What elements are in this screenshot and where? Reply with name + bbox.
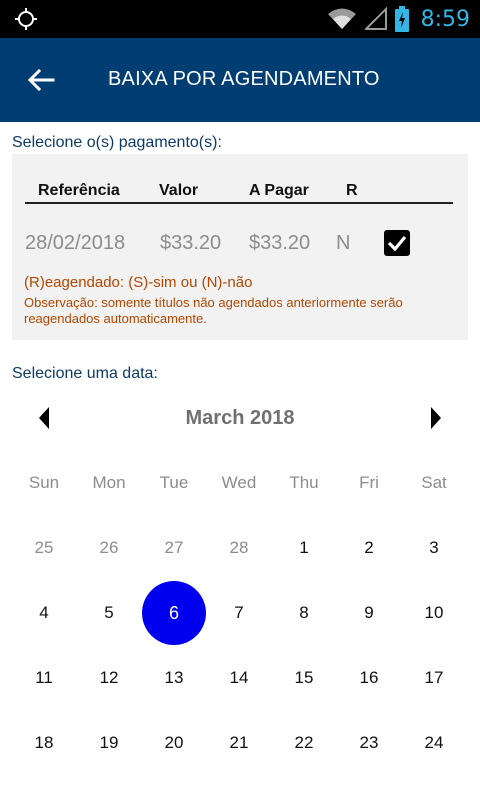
select-payment-checkbox[interactable] bbox=[384, 230, 410, 256]
calendar-day[interactable]: 23 bbox=[337, 711, 401, 775]
observation-text: Observação: somente títulos não agendado… bbox=[24, 295, 403, 326]
arrow-back-icon bbox=[27, 69, 55, 91]
column-header-a-pagar: A Pagar bbox=[249, 182, 309, 199]
reschedule-legend: (R)eagendado: (S)-sim ou (N)-não bbox=[24, 274, 253, 291]
calendar-day[interactable]: 24 bbox=[402, 711, 466, 775]
battery-icon bbox=[394, 6, 409, 32]
calendar-day[interactable]: 11 bbox=[12, 646, 76, 710]
calendar-day[interactable]: 25 bbox=[12, 516, 76, 580]
header-divider bbox=[25, 202, 453, 204]
calendar-day[interactable]: 8 bbox=[272, 581, 336, 645]
calendar-day[interactable]: 26 bbox=[77, 516, 141, 580]
calendar-day[interactable]: 28 bbox=[207, 516, 271, 580]
cell-a-pagar: $33.20 bbox=[249, 232, 311, 254]
calendar-day[interactable]: 9 bbox=[337, 581, 401, 645]
calendar-day[interactable]: 17 bbox=[402, 646, 466, 710]
calendar-day[interactable]: 20 bbox=[142, 711, 206, 775]
weekday-sat: Sat bbox=[421, 473, 447, 492]
month-title: March 2018 bbox=[185, 407, 295, 429]
cell-valor: $33.20 bbox=[160, 232, 222, 254]
gps-icon bbox=[15, 8, 37, 30]
weekday-sun: Sun bbox=[28, 473, 60, 492]
calendar-day[interactable]: 12 bbox=[77, 646, 141, 710]
signal-icon bbox=[364, 7, 387, 30]
next-month-button[interactable] bbox=[416, 398, 456, 438]
calendar-day[interactable]: 18 bbox=[12, 711, 76, 775]
calendar-day[interactable]: 13 bbox=[142, 646, 206, 710]
date-label: Selecione uma data: bbox=[12, 365, 158, 382]
weekday-wed: Wed bbox=[221, 473, 257, 492]
calendar-day[interactable]: 3 bbox=[402, 516, 466, 580]
calendar-day[interactable]: 14 bbox=[207, 646, 271, 710]
status-bar: 8:59 bbox=[0, 0, 480, 38]
back-button[interactable] bbox=[18, 58, 64, 102]
app-bar: BAIXA POR AGENDAMENTO bbox=[0, 38, 480, 122]
calendar-day[interactable]: 1 bbox=[272, 516, 336, 580]
wifi-icon bbox=[327, 8, 356, 29]
calendar-day[interactable]: 15 bbox=[272, 646, 336, 710]
calendar-day[interactable]: 7 bbox=[207, 581, 271, 645]
check-icon bbox=[387, 235, 407, 252]
calendar-day[interactable]: 4 bbox=[12, 581, 76, 645]
chevron-right-icon bbox=[431, 407, 441, 429]
payments-panel: Referência Valor A Pagar R 28/02/2018 $3… bbox=[12, 154, 468, 340]
calendar-day[interactable]: 10 bbox=[402, 581, 466, 645]
calendar-day[interactable]: 5 bbox=[77, 581, 141, 645]
calendar-day[interactable]: 19 bbox=[77, 711, 141, 775]
page-title: BAIXA POR AGENDAMENTO bbox=[108, 68, 380, 90]
column-header-valor: Valor bbox=[159, 182, 199, 199]
calendar-day-selected[interactable]: 6 bbox=[142, 581, 206, 645]
clock: 8:59 bbox=[420, 6, 470, 32]
column-header-r: R bbox=[346, 182, 358, 199]
column-header-referencia: Referência bbox=[38, 182, 120, 199]
calendar-day[interactable]: 27 bbox=[142, 516, 206, 580]
calendar-day[interactable]: 21 bbox=[207, 711, 271, 775]
calendar-day[interactable]: 16 bbox=[337, 646, 401, 710]
calendar-day[interactable]: 22 bbox=[272, 711, 336, 775]
weekday-mon: Mon bbox=[92, 473, 126, 492]
calendar-day[interactable]: 2 bbox=[337, 516, 401, 580]
weekday-thu: Thu bbox=[289, 473, 319, 492]
cell-referencia: 28/02/2018 bbox=[25, 232, 126, 254]
weekday-fri: Fri bbox=[359, 473, 379, 492]
payments-label: Selecione o(s) pagamento(s): bbox=[12, 134, 222, 151]
weekday-tue: Tue bbox=[159, 473, 189, 492]
cell-r: N bbox=[336, 232, 351, 254]
